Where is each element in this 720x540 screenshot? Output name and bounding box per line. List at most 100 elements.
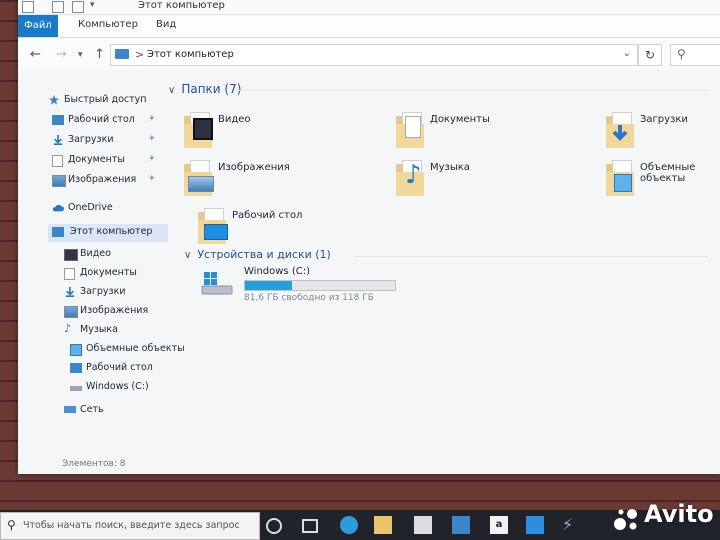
sidebar-item-label: OneDrive xyxy=(68,202,113,213)
sidebar-item-desktop[interactable]: Рабочий стол ✦ xyxy=(52,112,158,130)
cube-icon xyxy=(70,344,82,356)
sidebar-item-downloads[interactable]: Загрузки ✦ xyxy=(52,132,158,150)
edge-icon[interactable] xyxy=(340,516,358,534)
folder-icon xyxy=(606,112,634,148)
forward-arrow-icon[interactable]: → xyxy=(56,47,67,62)
navigation-bar: ← → ▾ ↑ > Этот компьютер ⌄ ↻ ⚲ xyxy=(18,38,720,70)
folder-icon xyxy=(198,208,228,244)
group-divider xyxy=(238,90,708,91)
mail-icon[interactable] xyxy=(452,516,470,534)
amazon-icon[interactable]: a xyxy=(490,516,508,534)
sidebar-item-label: Этот компьютер xyxy=(70,226,153,237)
folder-name: Видео xyxy=(218,114,251,125)
task-view-icon[interactable] xyxy=(302,519,318,533)
drive-c[interactable]: Windows (C:) 81,6 ГБ свободно из 118 ГБ xyxy=(200,266,400,306)
folder-documents[interactable]: Документы xyxy=(396,110,596,150)
document-icon xyxy=(64,268,75,280)
back-arrow-icon[interactable]: ← xyxy=(30,47,41,62)
sidebar-item-label: Рабочий стол xyxy=(86,362,153,373)
folder-name: Документы xyxy=(430,114,490,125)
download-arrow-icon xyxy=(612,125,628,141)
devices-group-header[interactable]: ∨ Устройства и диски (1) xyxy=(184,248,331,261)
pin-icon[interactable]: ✦ xyxy=(148,134,156,144)
document-icon xyxy=(52,155,63,167)
folders-group-label: Папки (7) xyxy=(181,82,242,96)
path-separator: > xyxy=(135,48,145,61)
sidebar-item-label: Сеть xyxy=(80,404,104,415)
desktop-icon xyxy=(70,363,82,373)
sidebar-item-label: Документы xyxy=(68,154,125,165)
sidebar-item-label: Рабочий стол xyxy=(68,114,135,125)
folder-videos[interactable]: Видео xyxy=(184,110,384,150)
file-explorer-icon[interactable] xyxy=(374,516,392,534)
group-divider xyxy=(354,256,708,257)
folder-pictures[interactable]: Изображения xyxy=(184,158,384,198)
picture-icon xyxy=(52,175,66,187)
chevron-down-icon: ∨ xyxy=(184,250,192,261)
folder-downloads[interactable]: Загрузки xyxy=(606,110,720,150)
sidebar-item-documents[interactable]: Документы ✦ xyxy=(52,152,158,170)
download-arrow-icon xyxy=(65,287,75,297)
qa-dropdown-icon[interactable]: ▾ xyxy=(90,0,95,10)
folder-name: Изображения xyxy=(218,162,290,173)
folder-desktop[interactable]: Рабочий стол xyxy=(198,206,398,246)
tab-file[interactable]: Файл xyxy=(18,15,58,37)
navigation-pane: Быстрый доступ Рабочий стол ✦ Загрузки ✦… xyxy=(18,84,185,464)
new-folder-icon[interactable] xyxy=(72,1,84,13)
avito-logo-icon xyxy=(614,509,637,530)
sidebar-item-label: Музыка xyxy=(80,324,118,335)
windows-drive-icon xyxy=(201,272,233,295)
dropbox-icon[interactable] xyxy=(526,516,544,534)
drive-free-space: 81,6 ГБ свободно из 118 ГБ xyxy=(244,293,374,303)
explorer-icon[interactable] xyxy=(22,1,34,13)
refresh-button[interactable]: ↻ xyxy=(638,44,662,66)
folder-icon xyxy=(606,160,634,196)
sidebar-item-this-pc[interactable]: Этот компьютер xyxy=(48,224,168,242)
search-icon: ⚲ xyxy=(677,47,686,61)
folder-music[interactable]: ♪ Музыка xyxy=(396,158,596,198)
address-bar[interactable]: > Этот компьютер ⌄ xyxy=(110,44,638,66)
chevron-down-icon: ∨ xyxy=(168,85,176,96)
folder-name: Загрузки xyxy=(640,114,688,125)
star-icon xyxy=(49,95,59,105)
store-icon[interactable] xyxy=(414,516,432,534)
drive-usage-fill xyxy=(245,281,292,290)
sidebar-item-label: Изображения xyxy=(80,305,149,316)
download-arrow-icon xyxy=(53,135,63,145)
pin-icon[interactable]: ✦ xyxy=(148,114,156,124)
folder-3d-objects[interactable]: Объемные объекты xyxy=(606,158,716,198)
up-arrow-icon[interactable]: ↑ xyxy=(94,47,105,62)
app-icon[interactable]: ⚡ xyxy=(562,516,580,534)
pin-icon[interactable]: ✦ xyxy=(148,174,156,184)
film-icon xyxy=(64,249,78,261)
folder-icon xyxy=(184,112,213,148)
computer-icon xyxy=(52,227,64,237)
sidebar-item-label: Загрузки xyxy=(80,286,126,297)
cube-icon xyxy=(614,174,632,192)
search-input[interactable]: ⚲ xyxy=(670,44,720,66)
address-path[interactable]: Этот компьютер xyxy=(147,49,234,60)
recent-dropdown-icon[interactable]: ▾ xyxy=(78,50,83,60)
picture-icon xyxy=(64,306,78,318)
properties-icon[interactable] xyxy=(52,1,64,13)
film-icon xyxy=(193,118,213,140)
sidebar-item-label: Изображения xyxy=(68,174,137,185)
avito-watermark: Avito xyxy=(644,500,714,528)
desktop-icon xyxy=(52,115,64,125)
pin-icon[interactable]: ✦ xyxy=(148,154,156,164)
cortana-icon[interactable] xyxy=(266,518,282,534)
window-title: Этот компьютер xyxy=(138,0,225,11)
sidebar-item-pictures[interactable]: Изображения ✦ xyxy=(52,172,158,190)
drive-usage-bar xyxy=(244,280,396,291)
music-note-icon: ♪ xyxy=(64,322,72,335)
document-icon xyxy=(405,116,421,138)
folders-group-header[interactable]: ∨ Папки (7) xyxy=(168,82,241,96)
content-pane: ∨ Папки (7) Видео Документы Загрузки Изо… xyxy=(168,76,720,466)
sidebar-item-label: Быстрый доступ xyxy=(64,94,147,105)
taskbar-search-input[interactable]: ⚲ Чтобы начать поиск, введите здесь запр… xyxy=(0,512,260,540)
tab-view[interactable]: Вид xyxy=(156,19,176,30)
address-dropdown-icon[interactable]: ⌄ xyxy=(623,48,631,59)
tab-computer[interactable]: Компьютер xyxy=(78,19,138,30)
computer-icon xyxy=(115,49,129,59)
devices-group-label: Устройства и диски (1) xyxy=(197,248,331,261)
